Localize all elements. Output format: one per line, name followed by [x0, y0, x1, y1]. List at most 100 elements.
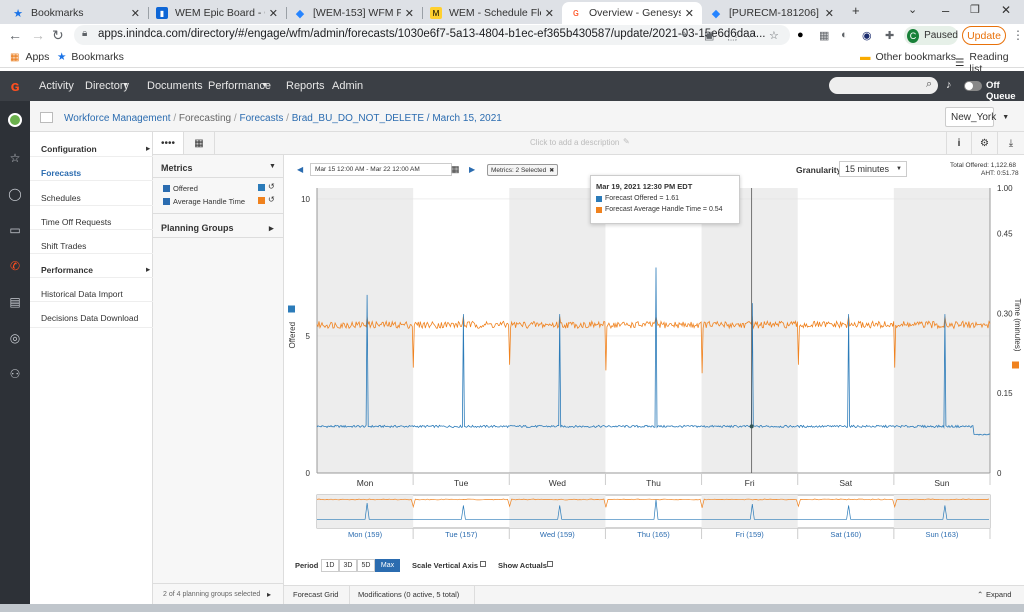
offered-color-swatch[interactable] — [258, 184, 265, 191]
inbox-icon[interactable]: ▤ — [8, 295, 22, 309]
back-icon[interactable]: ← — [8, 27, 22, 43]
timezone-select[interactable]: New_York ▼ — [945, 107, 1009, 127]
settings-button[interactable]: ⚙ — [972, 132, 998, 154]
browser-tab-bookmarks[interactable]: ★ Bookmarks ✕ — [4, 2, 148, 24]
close-icon[interactable]: ✕ — [131, 7, 140, 20]
forecast-chart[interactable]: 0 5 10 0 0.15 0.30 0.45 1.00 Offered Time (minute… — [284, 180, 1024, 560]
aht-color-swatch[interactable] — [258, 197, 265, 204]
calendar-icon[interactable]: ▦ — [451, 164, 460, 175]
period-3d-button[interactable]: 3D — [339, 559, 357, 572]
other-bookmarks[interactable]: ▬ Other bookmarks — [860, 51, 956, 63]
tab-forecast-grid[interactable]: Forecast Grid — [293, 590, 338, 599]
show-actuals-checkbox[interactable] — [547, 561, 553, 567]
sidenav-time-off[interactable]: Time Off Requests — [41, 217, 111, 227]
extension-2-icon[interactable]: ▦ — [819, 29, 829, 42]
bell-icon[interactable]: ♪ — [946, 79, 952, 91]
browser-tab-epic-board[interactable]: ▮ WEM Epic Board - CJ 202 ✕ — [148, 2, 286, 24]
close-icon[interactable]: ✖ — [549, 167, 554, 174]
tab-search-icon[interactable]: ⌄ — [908, 3, 917, 16]
nav-documents[interactable]: Documents — [147, 80, 203, 92]
user-avatar[interactable] — [8, 113, 22, 127]
reset-icon[interactable]: ↺ — [268, 182, 275, 191]
video-icon[interactable]: ▭ — [8, 223, 22, 237]
crumb-forecasts[interactable]: Forecasts — [239, 113, 283, 124]
sidenav-decisions-download[interactable]: Decisions Data Download — [41, 313, 138, 323]
browser-tab-genesys-overview[interactable]: ɢ Overview - Genesys Cloud ✕ — [562, 2, 702, 24]
expand-caret-icon[interactable]: ⌃ — [977, 590, 983, 599]
extension-4-icon[interactable]: ◉ — [862, 29, 872, 42]
location-icon[interactable]: ⌖ — [681, 29, 687, 42]
cast-icon[interactable]: ▣ — [704, 29, 714, 42]
bookmark-star-icon[interactable]: ☆ — [769, 29, 779, 42]
extension-1-icon[interactable]: ● — [797, 29, 804, 41]
people-icon[interactable]: ⚇ — [8, 367, 22, 381]
next-period-icon[interactable]: ▶ — [469, 165, 475, 174]
minimize-button[interactable]: – — [942, 3, 949, 18]
sidenav-shift-trades[interactable]: Shift Trades — [41, 241, 86, 251]
window-close-button[interactable]: ✕ — [1001, 3, 1011, 17]
update-button[interactable]: Update — [962, 26, 1006, 45]
offered-checkbox[interactable] — [163, 185, 170, 192]
view-grid-button[interactable]: ▦ — [184, 132, 215, 154]
browser-tab-purecm[interactable]: ◆ [PURECM-181206] Deplo ✕ — [702, 2, 842, 24]
metric-offered-row[interactable]: Offered — [163, 184, 198, 193]
reload-icon[interactable]: ↻ — [52, 27, 64, 44]
apps-shortcut[interactable]: ▦ Apps — [10, 51, 49, 63]
close-icon[interactable]: ✕ — [405, 7, 414, 20]
close-icon[interactable]: ✕ — [825, 7, 834, 20]
tab-modifications[interactable]: Modifications (0 active, 5 total) — [358, 590, 459, 599]
maximize-button[interactable]: ❐ — [970, 3, 980, 16]
zoom-icon[interactable]: ⌕ — [749, 29, 755, 42]
forward-icon[interactable]: → — [31, 27, 45, 43]
lock-icon[interactable]: 🔒︎ — [82, 28, 87, 39]
queue-toggle[interactable] — [964, 81, 982, 91]
profile-paused-button[interactable]: C Paused — [904, 26, 958, 45]
period-1d-button[interactable]: 1D — [321, 559, 339, 572]
extensions-puzzle-icon[interactable]: ✚ — [885, 29, 894, 42]
planning-groups-heading[interactable]: Planning Groups — [161, 223, 234, 233]
settings-icon[interactable]: ◎ — [8, 331, 22, 345]
chat-icon[interactable]: ◯ — [8, 187, 22, 201]
global-search-input[interactable] — [829, 77, 938, 94]
crumb-wfm[interactable]: Workforce Management — [64, 113, 171, 124]
aht-checkbox[interactable] — [163, 198, 170, 205]
nav-activity[interactable]: Activity — [39, 80, 74, 92]
browser-tab-wem-153[interactable]: ◆ [WEM-153] WFM Forecast ✕ — [286, 2, 422, 24]
nav-reports[interactable]: Reports — [286, 80, 325, 92]
chevron-down-icon[interactable]: ▼ — [269, 163, 276, 170]
sidenav-schedules[interactable]: Schedules — [41, 193, 81, 203]
chevron-right-icon[interactable]: ▸ — [267, 590, 271, 599]
period-max-button[interactable]: Max — [375, 559, 400, 572]
prev-period-icon[interactable]: ◀ — [297, 165, 303, 174]
close-icon[interactable]: ✕ — [685, 7, 694, 20]
close-icon[interactable]: ✕ — [545, 7, 554, 20]
date-range-picker[interactable]: Mar 15 12:00 AM - Mar 22 12:00 AM — [310, 163, 452, 176]
scale-vertical-checkbox[interactable] — [480, 561, 486, 567]
sidenav-performance[interactable]: Performance — [41, 265, 93, 275]
hamburger-menu-icon[interactable] — [40, 112, 53, 123]
kebab-menu-icon[interactable]: ⋮ — [1012, 28, 1024, 42]
close-icon[interactable]: ✕ — [269, 7, 278, 20]
search-icon[interactable]: ⌕ — [926, 78, 932, 91]
extension-3-icon[interactable]: ◐ — [841, 29, 848, 41]
bookmarks-shortcut[interactable]: ★ Bookmarks — [57, 51, 124, 63]
translate-icon[interactable]: ⬚ — [727, 29, 737, 42]
period-5d-button[interactable]: 5D — [357, 559, 375, 572]
sidenav-configuration[interactable]: Configuration — [41, 144, 97, 154]
sidenav-forecasts[interactable]: Forecasts — [41, 168, 81, 178]
reset-icon[interactable]: ↺ — [268, 195, 275, 204]
phone-icon[interactable]: ✆ — [8, 259, 22, 273]
description-field[interactable]: Click to add a description — [530, 138, 619, 147]
genesys-logo[interactable]: ɢ — [0, 71, 30, 101]
metric-aht-row[interactable]: Average Handle Time — [163, 197, 245, 206]
download-button[interactable]: ⤓ — [998, 132, 1024, 154]
expand-button[interactable]: Expand — [986, 590, 1011, 599]
granularity-select[interactable]: 15 minutes ▼ — [839, 161, 907, 177]
new-tab-button[interactable]: + — [852, 3, 860, 18]
info-button[interactable]: i — [946, 132, 972, 154]
sidenav-historical-import[interactable]: Historical Data Import — [41, 289, 123, 299]
chevron-right-icon[interactable]: ▸ — [269, 223, 274, 234]
browser-tab-schedule-flex[interactable]: M WEM - Schedule Flexibilit ✕ — [422, 2, 562, 24]
nav-admin[interactable]: Admin — [332, 80, 363, 92]
view-chart-button[interactable]: •••• — [153, 132, 184, 154]
